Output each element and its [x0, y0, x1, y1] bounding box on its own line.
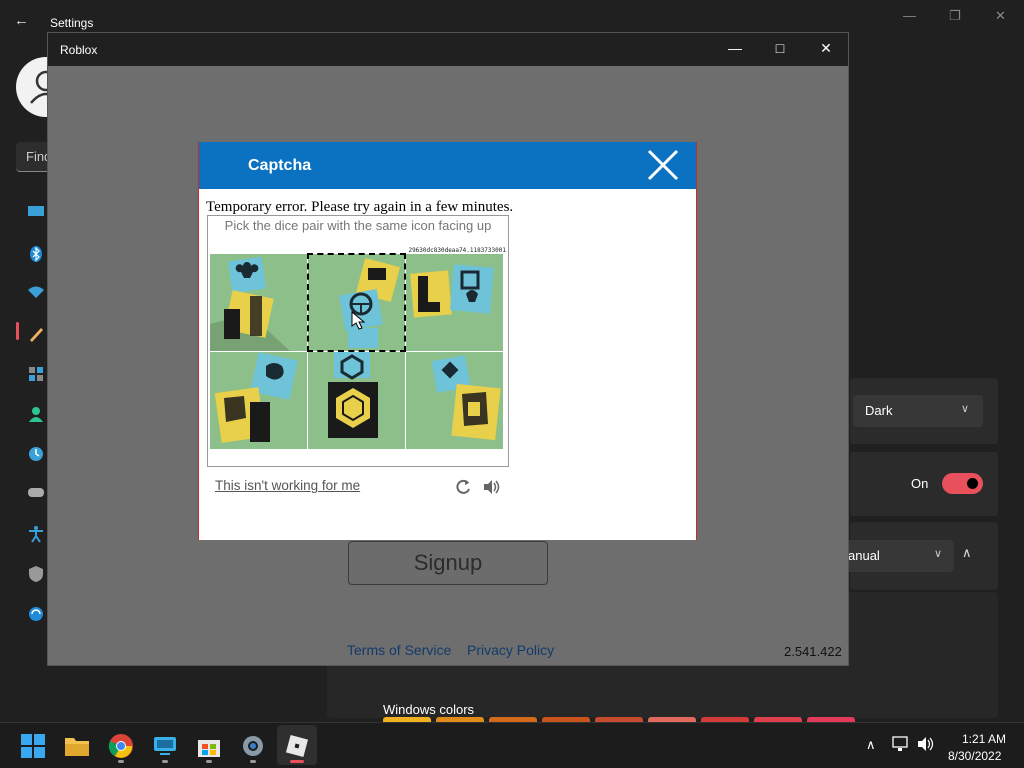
gaming-icon[interactable]: [27, 485, 45, 503]
chevron-down-icon: ∨: [960, 403, 969, 415]
accounts-icon[interactable]: [27, 405, 45, 423]
toggle-knob: [967, 478, 978, 489]
dice-tile-5[interactable]: [308, 352, 405, 449]
chevron-up-icon[interactable]: ∧: [962, 545, 972, 561]
theme-mode-dropdown[interactable]: Dark ∨: [853, 395, 983, 427]
sidebar-active-indicator: [16, 322, 19, 340]
restore-icon[interactable]: ❐: [949, 8, 961, 24]
transparency-toggle[interactable]: [942, 473, 983, 494]
roblox-titlebar: Roblox — □ ✕: [48, 33, 848, 66]
windows-update-icon[interactable]: [27, 605, 45, 623]
dice-tile-4[interactable]: [210, 352, 307, 449]
dice-tile-2[interactable]: [307, 253, 406, 352]
settings-title: Settings: [50, 16, 94, 30]
running-indicator: [162, 760, 168, 763]
captcha-dialog: Captcha Temporary error. Please try agai…: [198, 142, 697, 540]
remote-desktop-icon[interactable]: [152, 733, 178, 759]
clock-time[interactable]: 1:21 AM: [962, 732, 1006, 746]
captcha-puzzle-frame: Pick the dice pair with the same icon fa…: [207, 215, 509, 467]
accent-color-value: anual: [848, 548, 880, 563]
accessibility-icon[interactable]: [27, 525, 45, 543]
theme-mode-value: Dark: [865, 403, 893, 418]
start-icon[interactable]: [20, 733, 46, 759]
chrome-icon[interactable]: [108, 733, 134, 759]
captcha-puzzle-id: 29630dc830deaa74.1183733001: [408, 247, 506, 254]
settings-titlebar: ← Settings — ❐ ✕: [0, 0, 1024, 34]
personalization-icon[interactable]: [27, 325, 45, 343]
back-arrow-icon[interactable]: ←: [14, 12, 29, 29]
close-icon[interactable]: ✕: [995, 8, 1006, 24]
settings-icon[interactable]: [240, 733, 266, 759]
running-indicator: [118, 760, 124, 763]
reload-icon[interactable]: [454, 478, 472, 496]
roblox-icon[interactable]: [284, 733, 310, 759]
transparency-state-label: On: [911, 476, 929, 491]
captcha-prompt: Pick the dice pair with the same icon fa…: [224, 218, 492, 233]
file-explorer-icon[interactable]: [64, 733, 90, 759]
windows-colors-label: Windows colors: [383, 702, 475, 717]
privacy-policy-link[interactable]: Privacy Policy: [467, 642, 554, 658]
close-icon[interactable]: [646, 148, 680, 182]
close-icon[interactable]: ✕: [816, 40, 836, 57]
chevron-up-icon[interactable]: ∧: [866, 737, 876, 753]
running-indicator: [250, 760, 256, 763]
captcha-header: Captcha: [199, 142, 696, 189]
terms-of-service-link[interactable]: Terms of Service: [347, 642, 451, 658]
maximize-icon[interactable]: □: [770, 40, 790, 56]
captcha-error-message: Temporary error. Please try again in a f…: [206, 199, 514, 215]
minimize-icon[interactable]: —: [903, 8, 916, 23]
dice-tile-1[interactable]: [210, 254, 307, 351]
network-wired-icon[interactable]: [892, 736, 910, 752]
signup-button[interactable]: Signup: [348, 541, 548, 585]
privacy-shield-icon[interactable]: [27, 565, 45, 583]
running-indicator: [206, 760, 212, 763]
network-icon[interactable]: [27, 285, 45, 303]
display-icon[interactable]: [27, 205, 45, 223]
bluetooth-icon[interactable]: [27, 245, 45, 263]
captcha-help-link[interactable]: This isn't working for me: [215, 478, 360, 493]
dice-tile-3[interactable]: [406, 254, 503, 351]
version-label: 2.541.422: [784, 644, 842, 659]
roblox-window-title: Roblox: [60, 43, 98, 57]
volume-icon[interactable]: [917, 736, 935, 752]
store-icon[interactable]: [196, 733, 222, 759]
clock-date[interactable]: 8/30/2022: [948, 749, 1001, 763]
minimize-icon[interactable]: —: [725, 40, 745, 56]
dice-tile-6[interactable]: [406, 352, 503, 449]
captcha-title: Captcha: [248, 157, 312, 174]
taskbar: ∧ 1:21 AM 8/30/2022: [0, 722, 1024, 768]
time-language-icon[interactable]: [27, 445, 45, 463]
chevron-down-icon: ∨: [933, 548, 942, 560]
active-indicator: [290, 760, 304, 763]
apps-icon[interactable]: [27, 365, 45, 383]
speaker-icon[interactable]: [482, 478, 502, 496]
